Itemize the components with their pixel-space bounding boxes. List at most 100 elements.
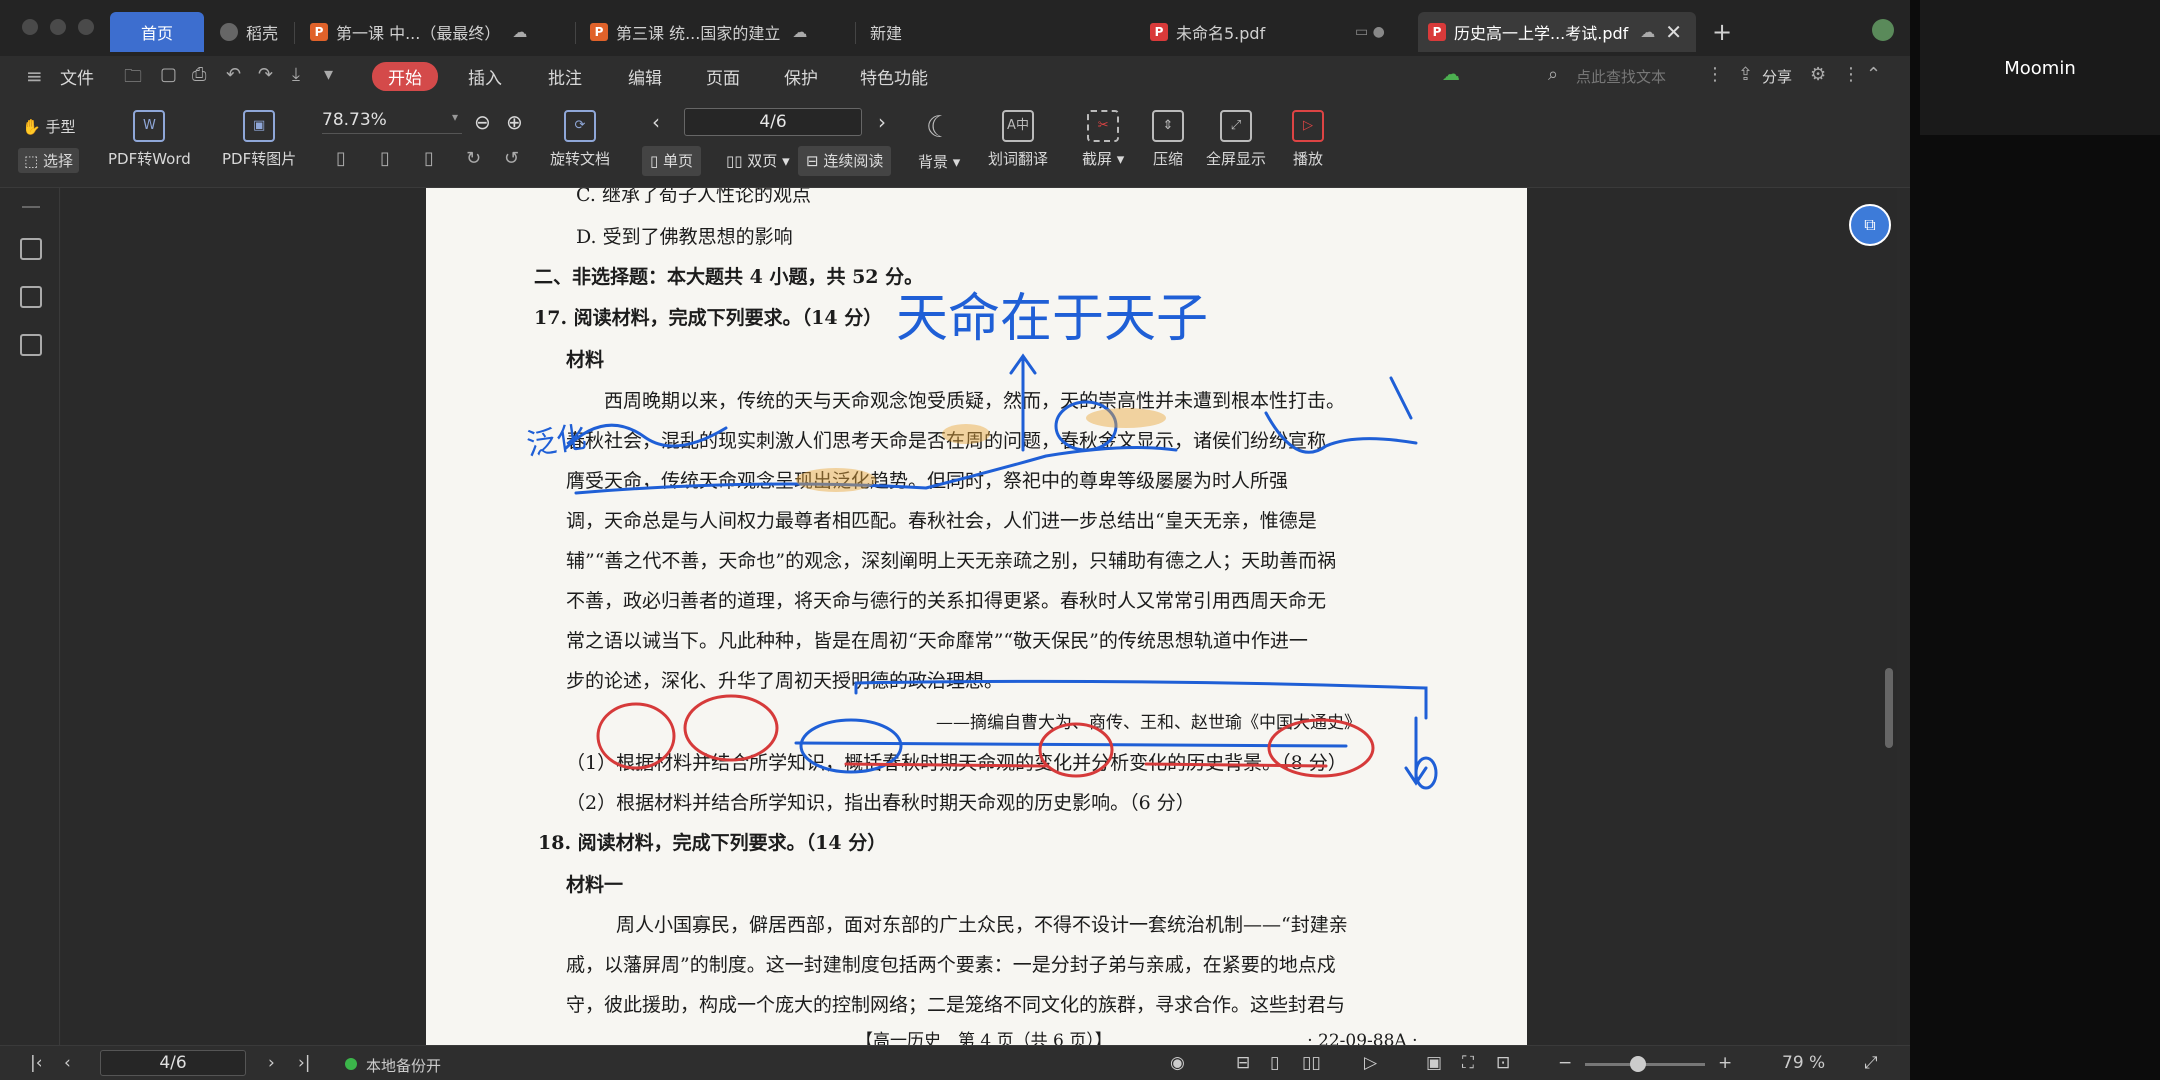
rotate-ccw-icon[interactable]: ↺ (504, 148, 519, 169)
prev-page-icon[interactable]: ‹ (64, 1053, 71, 1073)
tab-daoke[interactable]: 稻壳 (210, 12, 288, 52)
save-icon[interactable]: ▢ (160, 64, 177, 85)
add-tab-button[interactable]: + (1702, 12, 1742, 52)
single-view-icon[interactable]: ▯ (1270, 1053, 1279, 1073)
participant-panel: Moomin (1920, 0, 2160, 135)
presentation-file-icon: P (590, 23, 608, 41)
zoom-in-icon[interactable]: + (1718, 1053, 1732, 1073)
rotate-document-button[interactable]: ⟳ 旋转文档 (550, 110, 610, 169)
menu-insert[interactable]: 插入 (468, 64, 502, 89)
continuous-view-icon[interactable]: ⊟ (1236, 1053, 1250, 1073)
menu-start[interactable]: 开始 (372, 62, 438, 91)
presentation-file-icon: P (310, 23, 328, 41)
continuous-read-button[interactable]: ⊟ 连续阅读 (798, 146, 892, 176)
translate-button[interactable]: A中 划词翻译 (988, 110, 1048, 169)
floating-tool-button[interactable]: ⧉ (1849, 204, 1891, 246)
hand-tool[interactable]: ✋ 手型 (22, 116, 75, 137)
arrow-annotation (1009, 353, 1037, 452)
hamburger-icon[interactable]: ≡ (26, 64, 43, 88)
monitor-icon[interactable]: ▭ ● (1345, 12, 1395, 52)
menu-page[interactable]: 页面 (706, 64, 740, 89)
underline-annotation (574, 446, 1178, 495)
maximize-window-icon[interactable] (78, 19, 94, 35)
single-page-button[interactable]: ▯ 单页 (642, 146, 702, 176)
gear-icon[interactable]: ⚙ (1810, 64, 1826, 85)
menu-edit[interactable]: 编辑 (628, 64, 662, 89)
menu-file[interactable]: 文件 (60, 64, 94, 89)
play-button[interactable]: ▷ 播放 (1292, 110, 1324, 169)
pdf-to-word-button[interactable]: W PDF转Word (108, 110, 191, 169)
zoom-slider[interactable] (1585, 1056, 1705, 1072)
avatar[interactable] (1872, 19, 1894, 41)
collapse-icon[interactable]: ⌃ (1866, 64, 1881, 85)
fit-width-icon[interactable]: ⊡ (1496, 1053, 1510, 1073)
actual-size-icon[interactable]: ▣ (1426, 1053, 1442, 1073)
ribbon-toolbar: ✋ 手型 ⬚ 选择 W PDF转Word ▣ PDF转图片 78.73% ▾ ⊖ ⊕ … (0, 96, 1910, 188)
handwritten-note: 天命在于天子 (896, 289, 1209, 349)
fit-width-icon[interactable]: ▯ (424, 148, 434, 169)
compress-button[interactable]: ⇕ 压缩 (1152, 110, 1184, 169)
wps-pdf-window: 首页 稻壳 P 第一课 中...（最最终） ☁ P 第三课 统...国家的建立 ☁ 新建… (0, 0, 1910, 1080)
zoom-out-icon[interactable]: − (1558, 1053, 1572, 1073)
open-folder-icon[interactable]: 🗀 (124, 64, 142, 94)
status-page-input[interactable]: 4/6 (100, 1050, 246, 1076)
prev-page-icon[interactable]: ‹ (652, 110, 660, 134)
print-icon[interactable]: ⎙ (192, 64, 206, 85)
menu-annotate[interactable]: 批注 (548, 64, 582, 89)
fullscreen-button[interactable]: ⤢ 全屏显示 (1206, 110, 1266, 169)
zoom-select[interactable]: 78.73% ▾ (322, 110, 462, 134)
rotate-cw-icon[interactable]: ↻ (466, 148, 481, 169)
fit-page-icon[interactable]: ▯ (380, 148, 390, 169)
zoom-slider-knob[interactable] (1630, 1056, 1646, 1072)
redo-icon[interactable]: ↷ (258, 64, 273, 85)
next-page-icon[interactable]: › (878, 110, 886, 134)
thumbnail-icon[interactable] (20, 286, 42, 308)
page-number-input[interactable]: 4/6 (684, 108, 862, 136)
annotation-list-icon[interactable] (20, 334, 42, 356)
actual-size-icon[interactable]: ▯ (336, 148, 346, 169)
double-view-icon[interactable]: ▯▯ (1302, 1053, 1321, 1073)
menu-features[interactable]: 特色功能 (860, 64, 928, 89)
play-icon[interactable]: ▷ (1364, 1053, 1377, 1073)
search-input[interactable]: 点此查找文本 (1576, 66, 1666, 87)
fullscreen-icon[interactable]: ⤢ (1864, 1053, 1878, 1073)
more-vertical-icon[interactable]: ⋮ (1706, 64, 1724, 85)
double-page-button[interactable]: ▯▯ 双页 ▾ (718, 146, 798, 176)
tab-home[interactable]: 首页 (110, 12, 204, 52)
cloud-sync-icon[interactable]: ☁ (1442, 64, 1460, 85)
last-page-icon[interactable]: ›| (298, 1053, 311, 1073)
zoom-in-icon[interactable]: ⊕ (506, 110, 523, 134)
close-tab-icon[interactable]: ✕ (1665, 20, 1682, 44)
eye-icon[interactable]: ◉ (1170, 1053, 1185, 1073)
tab-pdf1[interactable]: P 未命名5.pdf (1140, 12, 1275, 52)
first-page-icon[interactable]: |‹ (30, 1053, 43, 1073)
pdf-to-image-button[interactable]: ▣ PDF转图片 (222, 110, 296, 169)
document-viewer[interactable]: C. 继承了荀子人性论的观点 D. 受到了佛教思想的影响 二、非选择题：本大题共… (61, 188, 1897, 1045)
minimize-window-icon[interactable] (50, 19, 66, 35)
more-vertical-icon[interactable]: ⋮ (1842, 64, 1860, 85)
pdf-page: C. 继承了荀子人性论的观点 D. 受到了佛教思想的影响 二、非选择题：本大题共… (426, 188, 1527, 1045)
share-button[interactable]: 分享 (1762, 66, 1792, 87)
more-dropdown-icon[interactable]: ▾ (324, 64, 333, 85)
close-window-icon[interactable] (22, 19, 38, 35)
tab-doc1[interactable]: P 第一课 中...（最最终） ☁ (300, 12, 537, 52)
background-button[interactable]: ☾ 背景 ▾ (918, 110, 960, 172)
tab-new[interactable]: 新建 (860, 12, 912, 52)
rotate-document-icon: ⟳ (564, 110, 596, 142)
outline-icon[interactable] (20, 238, 42, 260)
zoom-out-icon[interactable]: ⊖ (474, 110, 491, 134)
share-icon[interactable]: ⇪ (1738, 64, 1753, 85)
menu-protect[interactable]: 保护 (784, 64, 818, 89)
undo-icon[interactable]: ↶ (226, 64, 241, 85)
backup-status[interactable]: 本地备份开 (366, 1055, 441, 1076)
screenshot-button[interactable]: ✂ 截屏 ▾ (1082, 110, 1124, 169)
vertical-scrollbar[interactable] (1885, 668, 1893, 748)
next-page-icon[interactable]: › (268, 1053, 275, 1073)
red-circle-annotation (596, 702, 676, 770)
status-bar: |‹ ‹ 4/6 › ›| 本地备份开 ◉ ⊟ ▯ ▯▯ ▷ ▣ ⛶ ⊡ − +… (0, 1045, 1910, 1080)
fit-page-icon[interactable]: ⛶ (1462, 1053, 1474, 1073)
select-tool[interactable]: ⬚ 选择 (18, 148, 79, 173)
tab-pdf2[interactable]: P 历史高一上学...考试.pdf ☁ ✕ (1418, 12, 1696, 52)
tab-doc2[interactable]: P 第三课 统...国家的建立 ☁ (580, 12, 817, 52)
export-icon[interactable]: ⤓ (292, 64, 300, 85)
